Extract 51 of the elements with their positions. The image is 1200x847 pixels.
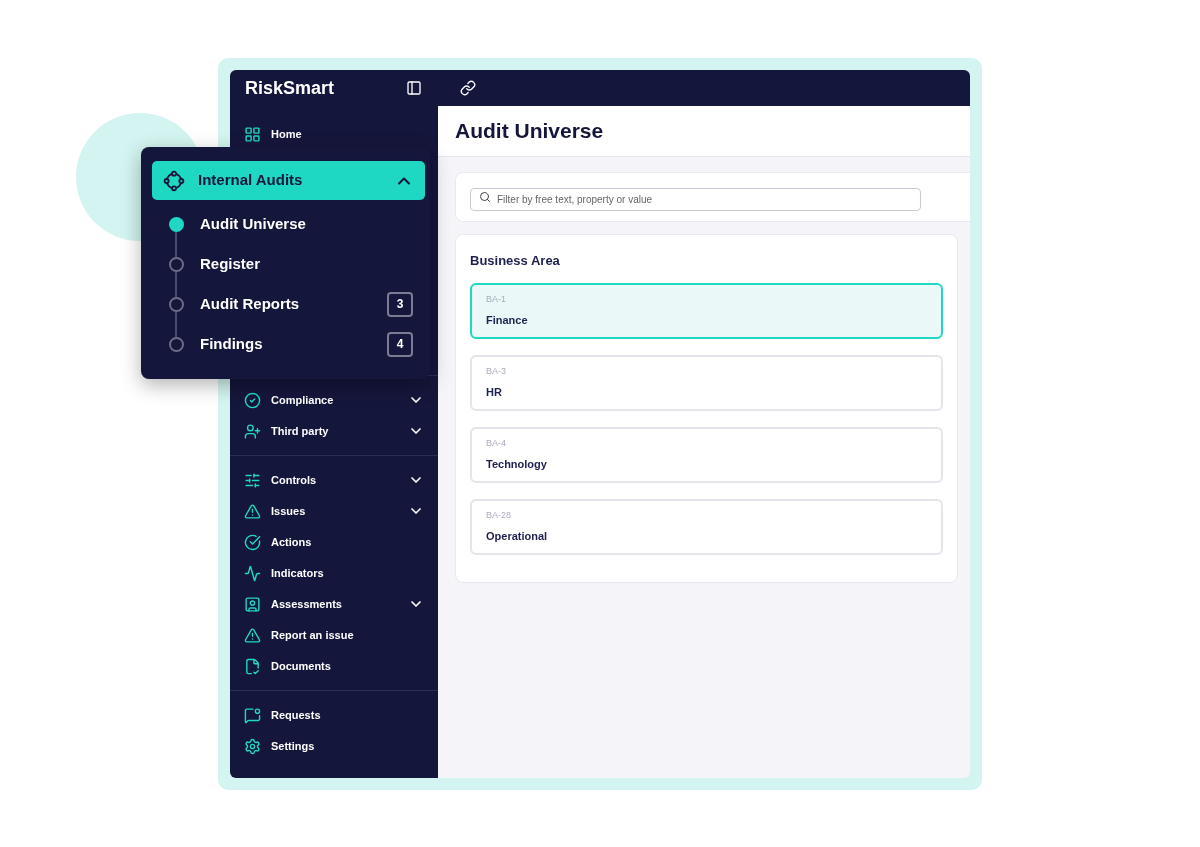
submenu-item[interactable]: Findings: [200, 332, 387, 356]
item-code: BA-3: [486, 365, 507, 378]
item-code: BA-4: [486, 437, 507, 450]
warning-icon: [244, 626, 261, 644]
nav-item[interactable]: Requests: [230, 700, 438, 730]
business-area-item[interactable]: BA-3 HR: [470, 354, 943, 411]
business-area-item[interactable]: BA-4 Technology: [470, 426, 943, 483]
page-title: Audit Universe: [455, 118, 604, 145]
nav-item[interactable]: Assessments: [230, 589, 438, 619]
settings-icon: [244, 737, 261, 755]
item-name: Technology: [486, 456, 548, 472]
document-check-icon: [244, 657, 261, 675]
item-name: Operational: [486, 528, 549, 544]
link-icon[interactable]: [460, 80, 476, 96]
nav-item[interactable]: Actions: [230, 527, 438, 557]
nav-item[interactable]: Third party: [230, 416, 438, 446]
business-area-item[interactable]: BA-28 Operational: [470, 498, 943, 555]
item-name: Finance: [486, 312, 529, 328]
count-badge: 3: [387, 291, 413, 317]
pulse-icon: [244, 564, 261, 582]
audit-cycle-icon: [163, 169, 185, 192]
count-badge: 4: [387, 331, 413, 357]
nav-item[interactable]: Compliance: [230, 385, 438, 415]
nav-item[interactable]: Documents: [230, 651, 438, 681]
grid-icon: [244, 125, 261, 143]
user-card-icon: [244, 595, 261, 613]
nav-item[interactable]: Home: [230, 119, 438, 149]
sliders-icon: [244, 471, 261, 489]
item-code: BA-28: [486, 509, 512, 522]
business-area-item[interactable]: BA-1 Finance: [470, 282, 943, 339]
item-code: BA-1: [486, 293, 507, 306]
nav-item[interactable]: Controls: [230, 465, 438, 495]
search-field[interactable]: Filter by free text, property or value: [470, 187, 921, 211]
item-name: HR: [486, 384, 503, 400]
internal-audits-button[interactable]: Internal Audits: [152, 161, 425, 200]
nav-item[interactable]: Report an issue: [230, 620, 438, 650]
check-circle-icon: [244, 533, 261, 551]
sidebar-toggle-icon[interactable]: [406, 80, 422, 96]
submenu-item[interactable]: Audit Reports: [200, 292, 387, 316]
search-icon: [479, 190, 491, 203]
check-circle-icon: [244, 391, 261, 409]
nav-item[interactable]: Issues: [230, 496, 438, 526]
submenu-item[interactable]: Register: [200, 252, 425, 276]
warning-icon: [244, 502, 261, 520]
user-plus-icon: [244, 422, 261, 440]
nav-item[interactable]: Indicators: [230, 558, 438, 588]
section-title: Business Area: [470, 252, 561, 270]
submenu-item[interactable]: Audit Universe: [200, 212, 425, 236]
chat-icon: [244, 706, 261, 724]
nav-item[interactable]: Settings: [230, 731, 438, 761]
app-logo: RiskSmart: [245, 76, 335, 100]
